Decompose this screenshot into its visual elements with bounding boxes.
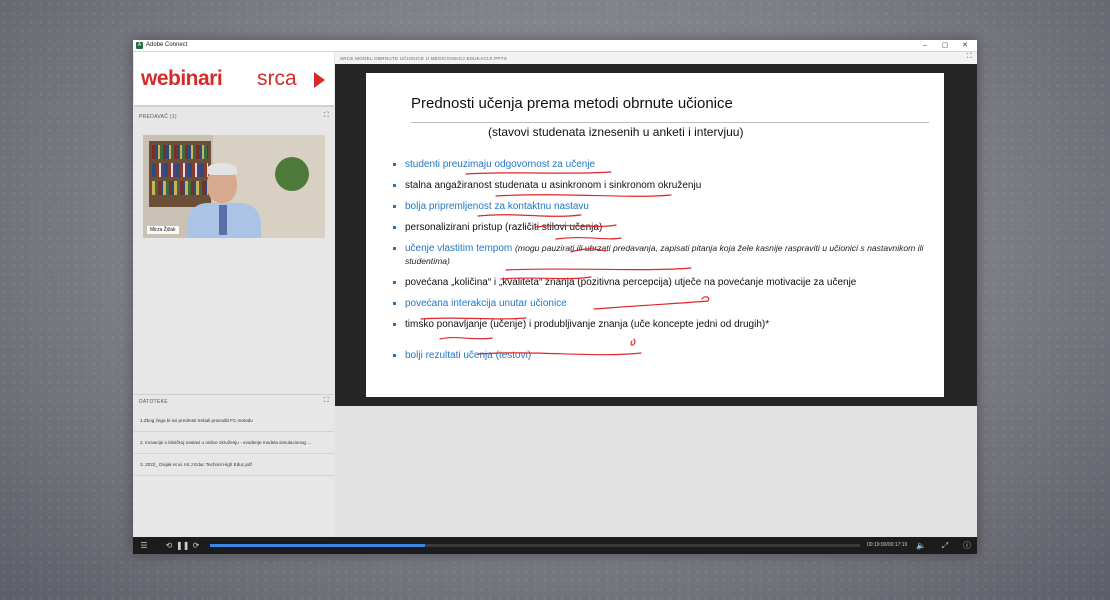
expand-icon[interactable]: ⛶	[324, 112, 329, 120]
bullet-item: studenti preuzimaju odgovornost za učenj…	[393, 158, 933, 171]
bookshelf	[149, 141, 211, 207]
bullet-item: povećana interakcija unutar učionice	[393, 297, 933, 310]
maximize-button[interactable]: ▢	[935, 40, 955, 51]
expand-icon[interactable]: ⛶	[324, 397, 329, 405]
info-icon[interactable]: ⓘ	[961, 537, 973, 554]
presentation-slide: Prednosti učenja prema metodi obrnute uč…	[366, 73, 944, 397]
logo-text-webinari: webinari	[141, 67, 223, 90]
slide-title: Prednosti učenja prema metodi obrnute uč…	[411, 95, 733, 112]
share-content-area: Prednosti učenja prema metodi obrnute uč…	[335, 64, 977, 406]
file-item[interactable]: 1.Zbog čega bi svi predmeti trebali prov…	[134, 410, 334, 432]
app-icon: A	[136, 42, 143, 49]
rewind-icon[interactable]: ⟲	[163, 537, 175, 554]
left-panel: webinari srca PREDAVAČ (1) ⛶ Mirza Žižak…	[134, 52, 334, 538]
bullet-item: bolja pripremljenost za kontaktnu nastav…	[393, 200, 933, 213]
fullscreen-icon[interactable]: ⤢	[939, 537, 951, 554]
volume-icon[interactable]: 🔈	[915, 537, 927, 554]
presenter-hair	[207, 163, 237, 175]
bullet-item: personalizirani pristup (različiti stilo…	[393, 221, 933, 234]
bullet-item: bolji rezultati učenja (testovi)	[393, 349, 933, 362]
bullet-item: stalna angažiranost studenata u asinkron…	[393, 179, 933, 192]
file-item[interactable]: 3. 2022_ Divjak et al. Int J Educ Techno…	[134, 454, 334, 476]
plant	[275, 157, 309, 191]
files-pod-header: DATOTEKE ⛶	[134, 394, 334, 409]
expand-icon[interactable]: ⛶	[967, 53, 972, 61]
slide-divider	[411, 122, 929, 123]
menu-icon[interactable]: ☰	[138, 537, 150, 554]
files-pod-title: DATOTEKE	[139, 399, 168, 405]
logo-arrow-icon	[314, 72, 325, 88]
slide-subtitle: (stavovi studenata iznesenih u anketi i …	[488, 125, 744, 139]
logo-text-srca: srca	[257, 67, 297, 90]
bullet-item: povećana „količina“ i „kvaliteta“ znanja…	[393, 276, 933, 289]
bullet-item: timsko ponavljanje (učenje) i produbljiv…	[393, 318, 933, 331]
progress-fill	[210, 544, 425, 547]
share-pod-title: SRCE MODEL OBRNUTE UČIONICE U MEDICINSKO…	[340, 56, 508, 61]
presenter-pod-title: PREDAVAČ (1)	[139, 114, 177, 120]
pause-icon[interactable]: ❚❚	[176, 537, 189, 554]
playback-time: 00:19:00/00:17:19	[867, 542, 908, 548]
logo-pod: webinari srca	[134, 52, 334, 107]
share-pod-header: SRCE MODEL OBRNUTE UČIONICE U MEDICINSKO…	[335, 52, 977, 64]
share-panel: SRCE MODEL OBRNUTE UČIONICE U MEDICINSKO…	[335, 52, 977, 538]
slide-bullet-list: studenti preuzimaju odgovornost za učenj…	[393, 158, 933, 362]
forward-icon[interactable]: ⟳	[190, 537, 202, 554]
presenter-name-tag: Mirza Žižak	[147, 226, 179, 234]
bullet-item: učenje vlastitim tempom (mogu pauzirati …	[393, 242, 933, 268]
presenter-video: Mirza Žižak	[143, 135, 325, 238]
playback-bar: ☰ ⟲ ❚❚ ⟳ 00:19:00/00:17:19 🔈 ⤢ ⓘ	[133, 537, 977, 554]
close-button[interactable]: ✕	[955, 40, 975, 51]
progress-bar[interactable]	[210, 544, 860, 547]
presenter-pod-header: PREDAVAČ (1) ⛶	[134, 110, 334, 124]
empty-pod-area	[335, 406, 977, 538]
window-title: Adobe Connect	[146, 42, 188, 48]
presenter-tie	[219, 205, 227, 235]
adobe-connect-window: A Adobe Connect – ▢ ✕ webinari srca PRED…	[133, 40, 977, 554]
minimize-button[interactable]: –	[915, 40, 935, 51]
file-item[interactable]: 2. Inovacije u kliničkoj nastavi u onlin…	[134, 432, 334, 454]
files-list: 1.Zbog čega bi svi predmeti trebali prov…	[134, 410, 334, 476]
title-bar: A Adobe Connect – ▢ ✕	[133, 40, 977, 52]
